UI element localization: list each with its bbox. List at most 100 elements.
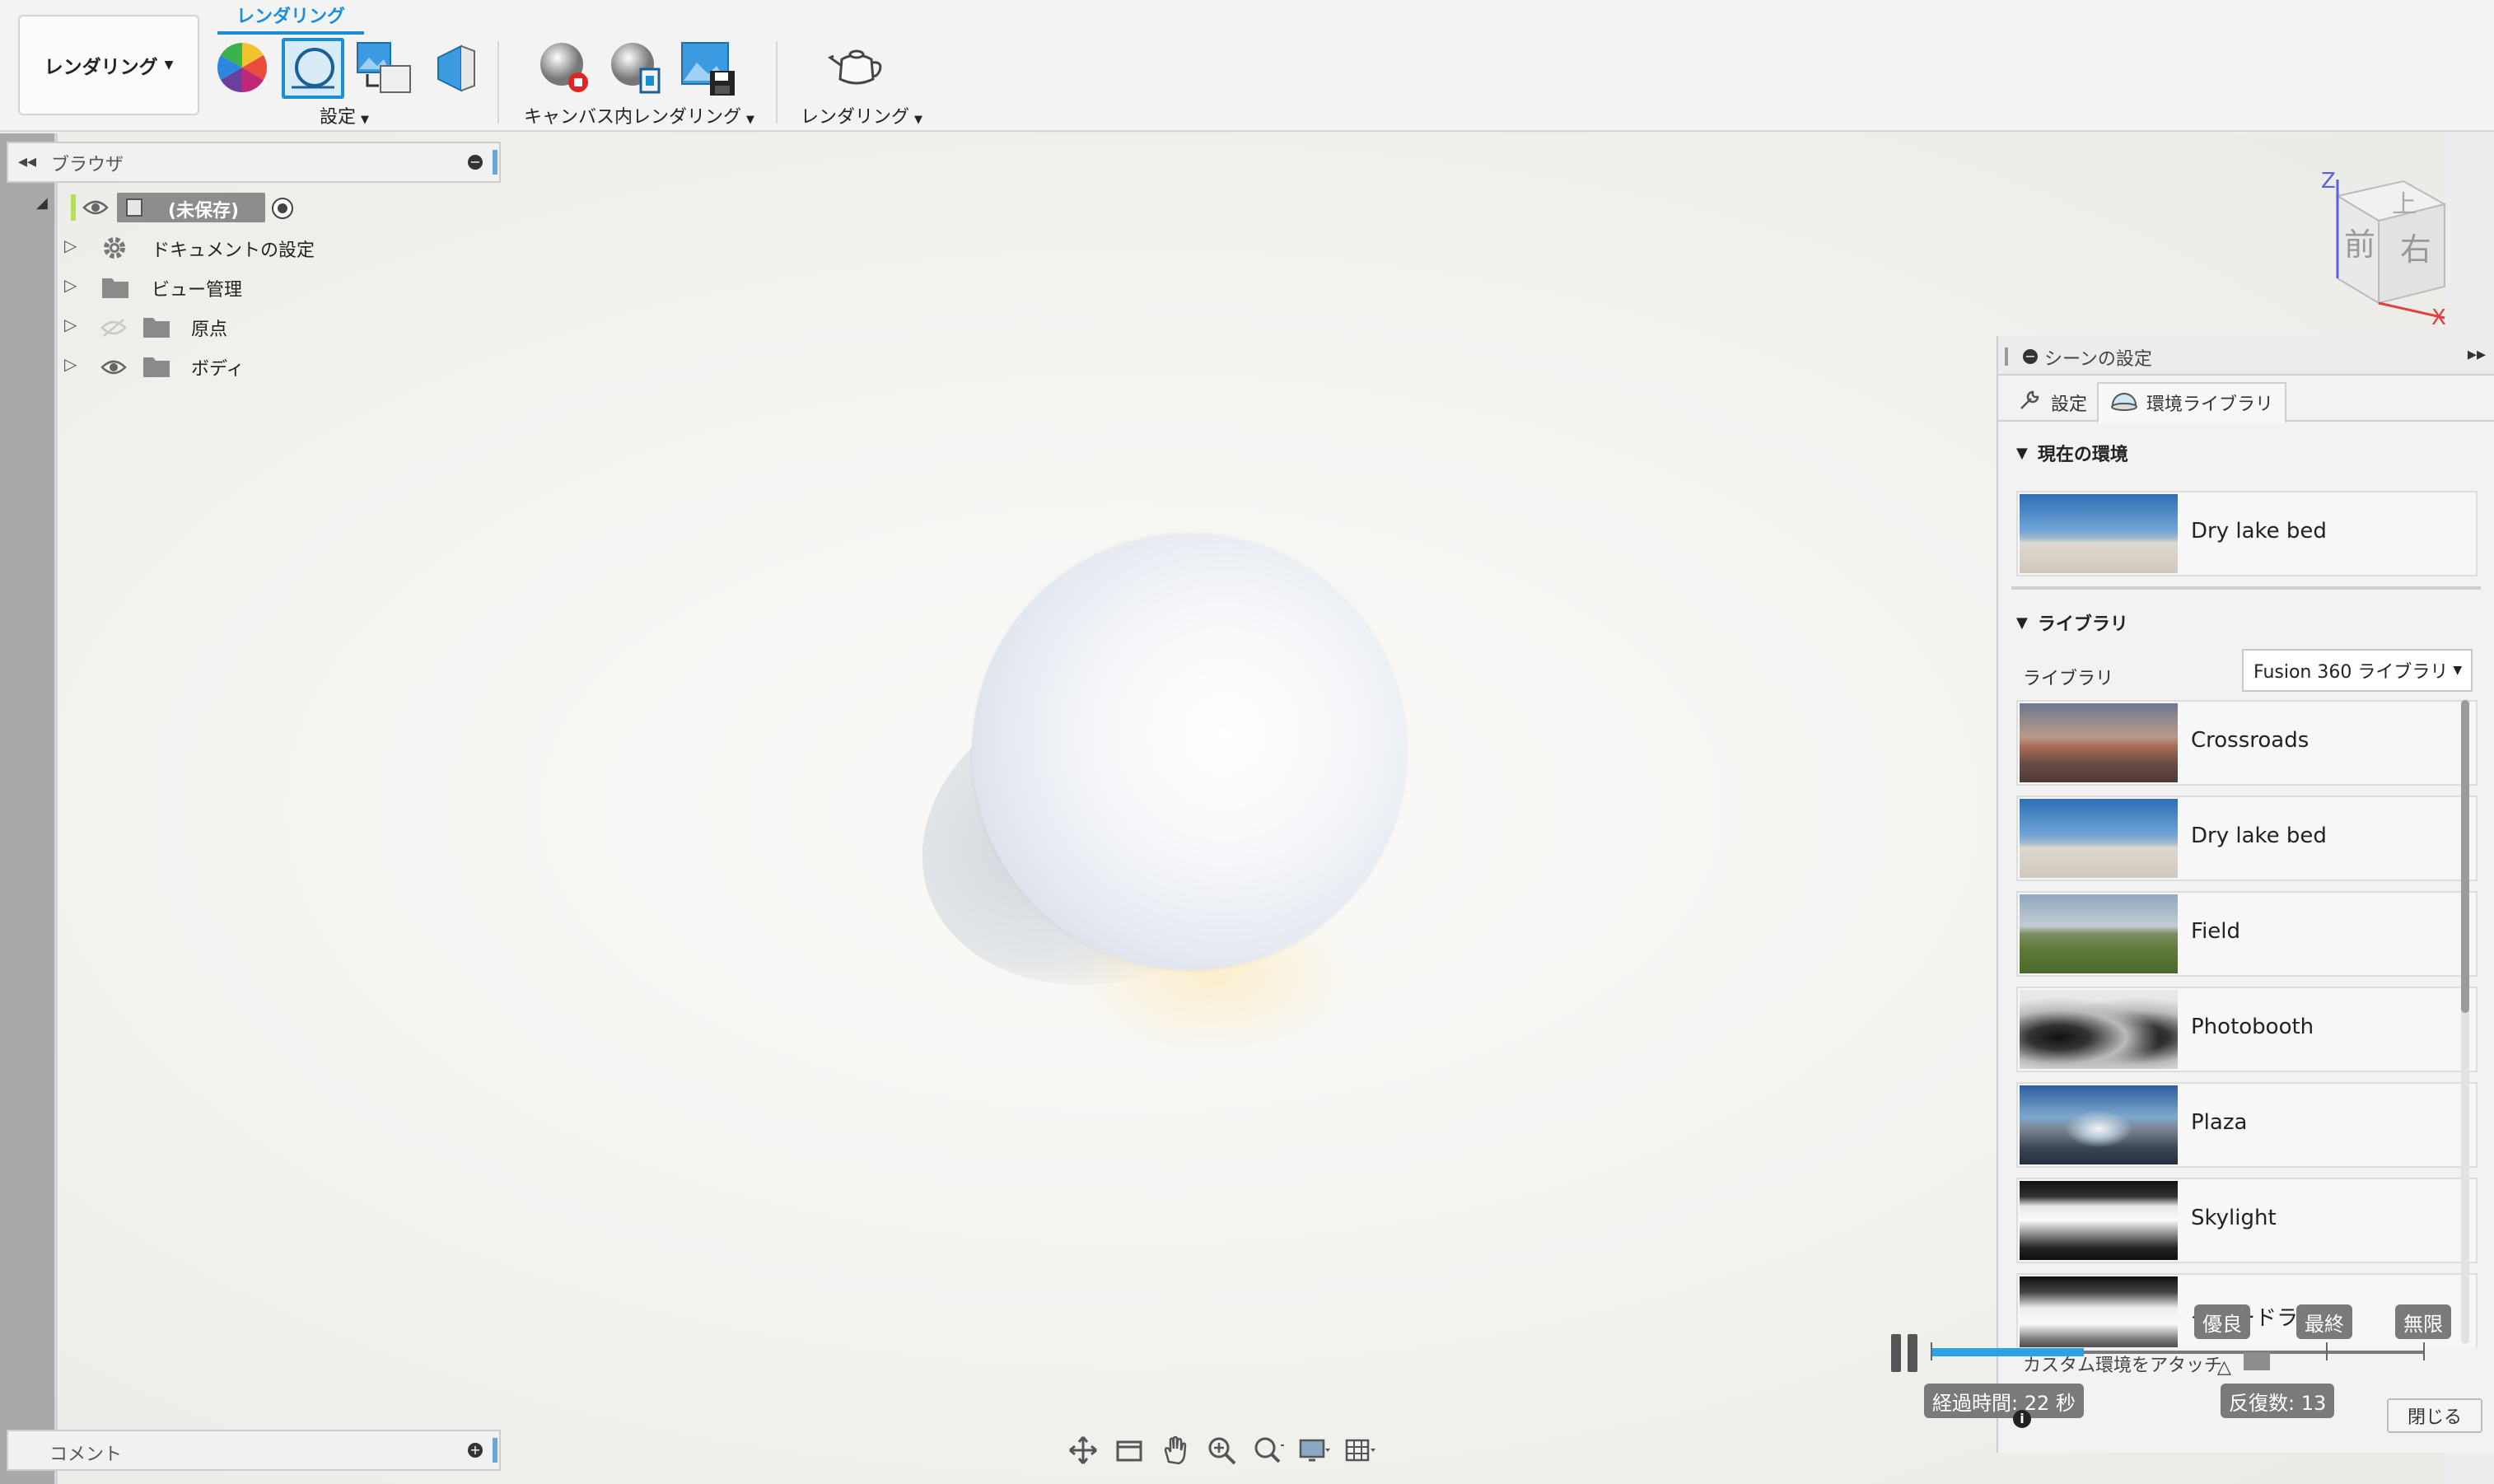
environment-list[interactable]: Crossroads Dry lake bed Field Photobooth… <box>1998 697 2494 1347</box>
pan-hand-icon[interactable] <box>1155 1431 1196 1469</box>
render-label: レンダリング <box>801 107 910 128</box>
folder-icon <box>142 315 171 343</box>
current-environment-heading-label: 現在の環境 <box>2037 445 2128 465</box>
current-environment-heading[interactable]: ▼ 現在の環境 <box>2016 440 2128 466</box>
navigation-bar <box>1063 1430 1380 1471</box>
eye-hidden-icon[interactable] <box>100 316 127 343</box>
scene-settings-header: − シーンの設定 ▸▸ <box>1998 336 2494 376</box>
expand-triangle-icon[interactable]: ▷ <box>64 354 77 374</box>
active-marker <box>71 194 76 221</box>
list-item[interactable]: Skylight <box>2016 1178 2478 1263</box>
library-select[interactable]: Fusion 360 ライブラリ ▼ <box>2242 649 2473 692</box>
library-heading[interactable]: ▼ ライブラリ <box>2016 609 2128 636</box>
viewcube-front-face[interactable]: 前 <box>2344 226 2375 263</box>
in-canvas-render-dropdown[interactable]: キャンバス内レンダリング ▼ <box>524 102 754 128</box>
render-dropdown[interactable]: レンダリング ▼ <box>801 102 922 128</box>
setup-dropdown[interactable]: 設定 ▼ <box>320 102 369 128</box>
in-canvas-settings-icon[interactable] <box>608 40 666 100</box>
tab-environment-library[interactable]: 環境ライブラリ <box>2097 382 2287 423</box>
chevron-down-icon: ▼ <box>746 114 755 126</box>
in-canvas-render-label: キャンバス内レンダリング <box>524 107 742 128</box>
info-icon[interactable]: i <box>2013 1410 2031 1428</box>
environment-thumbnail <box>2020 1181 2178 1260</box>
expand-triangle-icon[interactable]: ▷ <box>64 315 77 334</box>
expand-triangle-icon[interactable]: ▷ <box>64 275 77 295</box>
list-item[interactable]: Plaza <box>2016 1082 2478 1168</box>
toolbar-separator <box>776 41 778 124</box>
environment-list-scrollbar[interactable] <box>2461 700 2469 1344</box>
component-icon <box>122 196 147 222</box>
environment-icon <box>2110 389 2138 417</box>
eye-icon[interactable] <box>100 356 127 382</box>
axis-x-label: X <box>2431 306 2446 330</box>
capture-image-icon[interactable] <box>680 40 738 100</box>
collapse-panel-icon[interactable]: ◂◂ <box>18 152 36 172</box>
folder-icon <box>142 354 171 382</box>
viewcube-top-face[interactable]: 上 <box>2392 190 2417 219</box>
display-settings-icon[interactable] <box>1293 1431 1334 1469</box>
scene-settings-tabs: 設定 環境ライブラリ <box>1998 377 2494 423</box>
viewcube-right-face[interactable]: 右 <box>2400 231 2431 268</box>
scrollbar-thumb[interactable] <box>2461 700 2469 1013</box>
render-progress-fill <box>1931 1348 2084 1356</box>
tree-label-document-settings: ドキュメントの設定 <box>152 240 315 261</box>
list-item[interactable]: Field <box>2016 891 2478 977</box>
close-button[interactable]: 閉じる <box>2387 1398 2482 1433</box>
library-select-value: Fusion 360 ライブラリ <box>2253 662 2449 683</box>
collapse-triangle-icon[interactable]: ▼ <box>2016 614 2028 632</box>
environment-name: Field <box>2191 919 2241 944</box>
in-canvas-render-icon[interactable] <box>537 40 595 100</box>
workspace-switcher[interactable]: レンダリング ▼ <box>18 15 199 115</box>
tree-label-views: ビュー管理 <box>152 280 243 301</box>
comments-panel-header: コメント + <box>7 1430 501 1471</box>
environment-thumbnail <box>2020 990 2178 1069</box>
add-comment-icon[interactable]: + <box>468 1443 483 1458</box>
iterations-badge: 反復数: 13 <box>2221 1384 2335 1418</box>
chevron-down-icon: ▼ <box>2453 664 2463 677</box>
grid-settings-icon[interactable] <box>1339 1431 1380 1469</box>
list-item[interactable]: Photobooth <box>2016 987 2478 1072</box>
gear-icon <box>100 234 128 265</box>
comments-title: コメント <box>49 1444 123 1465</box>
pause-icon[interactable] <box>1891 1334 1919 1372</box>
expand-panel-icon[interactable]: ▸▸ <box>2468 344 2486 365</box>
pin-icon[interactable] <box>493 1438 497 1463</box>
eye-icon[interactable] <box>82 196 109 222</box>
progress-marker-triangle-icon: △ <box>2217 1357 2231 1378</box>
orbit-icon[interactable] <box>1063 1431 1104 1469</box>
look-at-icon[interactable] <box>1109 1431 1150 1469</box>
expand-triangle-icon[interactable]: ▷ <box>64 236 77 255</box>
tab-rendering[interactable]: レンダリング <box>217 2 364 35</box>
decal-icon[interactable] <box>428 43 478 97</box>
scene-settings-icon[interactable] <box>282 38 344 99</box>
drag-grip-icon[interactable] <box>2005 348 2008 366</box>
scene-settings-title: シーンの設定 <box>2044 349 2152 370</box>
activate-radio[interactable] <box>272 198 293 219</box>
chevron-down-icon: ▼ <box>164 58 174 72</box>
zoom-window-icon[interactable] <box>1247 1431 1288 1469</box>
list-item[interactable]: Dry lake bed <box>2016 796 2478 881</box>
environment-name: Plaza <box>2191 1110 2248 1135</box>
tree-expand-root[interactable]: ◢ <box>36 194 48 212</box>
texture-map-icon[interactable] <box>356 41 413 99</box>
environment-name: Dry lake bed <box>2191 824 2327 848</box>
zoom-icon[interactable] <box>1201 1431 1242 1469</box>
quality-marker-final: 最終 <box>2296 1304 2352 1339</box>
tree-label-origin: 原点 <box>191 320 228 340</box>
current-environment-item[interactable]: Dry lake bed <box>2016 491 2478 576</box>
sphere-body[interactable] <box>972 534 1407 970</box>
teapot-render-icon[interactable] <box>827 43 886 96</box>
view-cube[interactable]: Z X 上 前 右 <box>2313 163 2461 336</box>
collapse-triangle-icon[interactable]: ▼ <box>2016 445 2028 462</box>
environment-thumbnail <box>2020 703 2178 782</box>
toolbar-separator <box>497 41 499 124</box>
left-edge-bar <box>0 133 54 1484</box>
minimize-icon[interactable]: − <box>468 155 483 170</box>
minimize-icon[interactable]: − <box>2023 349 2038 364</box>
tree-label-root: (未保存) <box>168 201 240 222</box>
environment-name: Skylight <box>2191 1206 2277 1230</box>
pin-icon[interactable] <box>493 150 497 175</box>
list-item[interactable]: Crossroads <box>2016 700 2478 786</box>
tab-settings[interactable]: 設定 <box>2006 382 2099 423</box>
appearance-icon[interactable] <box>216 41 269 97</box>
